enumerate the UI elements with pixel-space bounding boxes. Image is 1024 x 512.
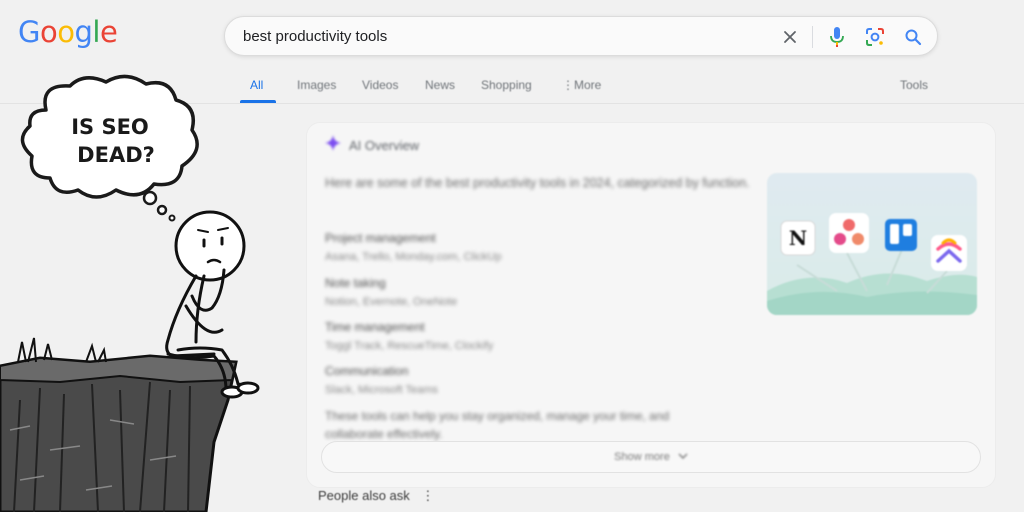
ai-overview-intro: Here are some of the best productivity t… [325, 176, 750, 190]
overview-section: Note taking Notion, Evernote, OneNote [325, 276, 745, 308]
tab-shopping[interactable]: Shopping [481, 78, 532, 92]
stick-figure-illustration: IS SEO DEAD? [0, 70, 300, 512]
section-heading: Note taking [325, 276, 386, 290]
tools-button[interactable]: Tools [900, 78, 928, 92]
google-logo[interactable]: Google [18, 15, 118, 49]
overview-section: Project management Asana, Trello, Monday… [325, 231, 745, 263]
more-dots-icon[interactable]: ⋮ [421, 488, 434, 503]
trello-app-icon [885, 219, 917, 251]
overview-section: Time management Toggl Track, RescueTime,… [325, 320, 745, 352]
ai-overview-panel: AI Overview Here are some of the best pr… [306, 122, 996, 488]
sparkle-icon [325, 135, 341, 156]
clickup-app-icon [931, 235, 967, 271]
search-input[interactable]: best productivity tools [243, 28, 387, 45]
tab-more[interactable]: More [574, 78, 601, 92]
logo-letter: G [18, 15, 40, 49]
more-dots-icon[interactable]: ⋮ [562, 78, 574, 92]
section-heading: Project management [325, 231, 436, 245]
logo-letter: o [39, 15, 58, 49]
search-tabs: All Images Videos News Shopping ⋮ More T… [240, 74, 1000, 104]
section-detail: Notion, Evernote, OneNote [325, 296, 458, 308]
logo-letter: l [92, 15, 100, 49]
thought-bubble: IS SEO DEAD? [20, 74, 199, 222]
ai-overview-header: AI Overview [325, 135, 419, 156]
logo-letter: g [74, 15, 93, 49]
ai-overview-title: AI Overview [349, 138, 420, 153]
close-icon[interactable] [778, 25, 802, 49]
show-more-button[interactable]: Show more [321, 441, 981, 473]
section-heading: Communication [325, 364, 409, 378]
people-also-ask-heading: People also ask ⋮ [318, 488, 434, 504]
google-lens-icon[interactable] [863, 25, 887, 49]
search-icon[interactable] [901, 25, 925, 49]
section-detail: Toggl Track, RescueTime, Clockify [325, 340, 494, 352]
ai-overview-closing: These tools can help you stay organized,… [325, 409, 670, 441]
cliff-illustration [0, 337, 238, 512]
chevron-down-icon [678, 451, 688, 464]
thought-line-1: IS SEO [71, 115, 149, 139]
show-more-label: Show more [614, 451, 670, 463]
notion-app-icon: N [780, 220, 816, 256]
people-also-ask-label: People also ask [318, 488, 410, 503]
search-box[interactable]: best productivity tools [224, 16, 938, 56]
search-divider [812, 26, 813, 48]
tab-news[interactable]: News [425, 78, 455, 92]
thought-line-2: DEAD? [77, 143, 155, 167]
logo-letter: e [99, 15, 118, 49]
productivity-apps-image[interactable]: N [767, 173, 977, 315]
section-detail: Slack, Microsoft Teams [325, 384, 438, 396]
overview-section: Communication Slack, Microsoft Teams [325, 364, 745, 396]
svg-text:N: N [789, 226, 807, 250]
section-heading: Time management [325, 320, 425, 334]
microphone-icon[interactable] [825, 25, 849, 49]
section-detail: Asana, Trello, Monday.com, ClickUp [325, 251, 502, 263]
logo-letter: o [57, 15, 75, 49]
asana-app-icon [829, 213, 869, 253]
tab-images[interactable]: Images [297, 78, 336, 92]
tab-videos[interactable]: Videos [362, 78, 398, 92]
